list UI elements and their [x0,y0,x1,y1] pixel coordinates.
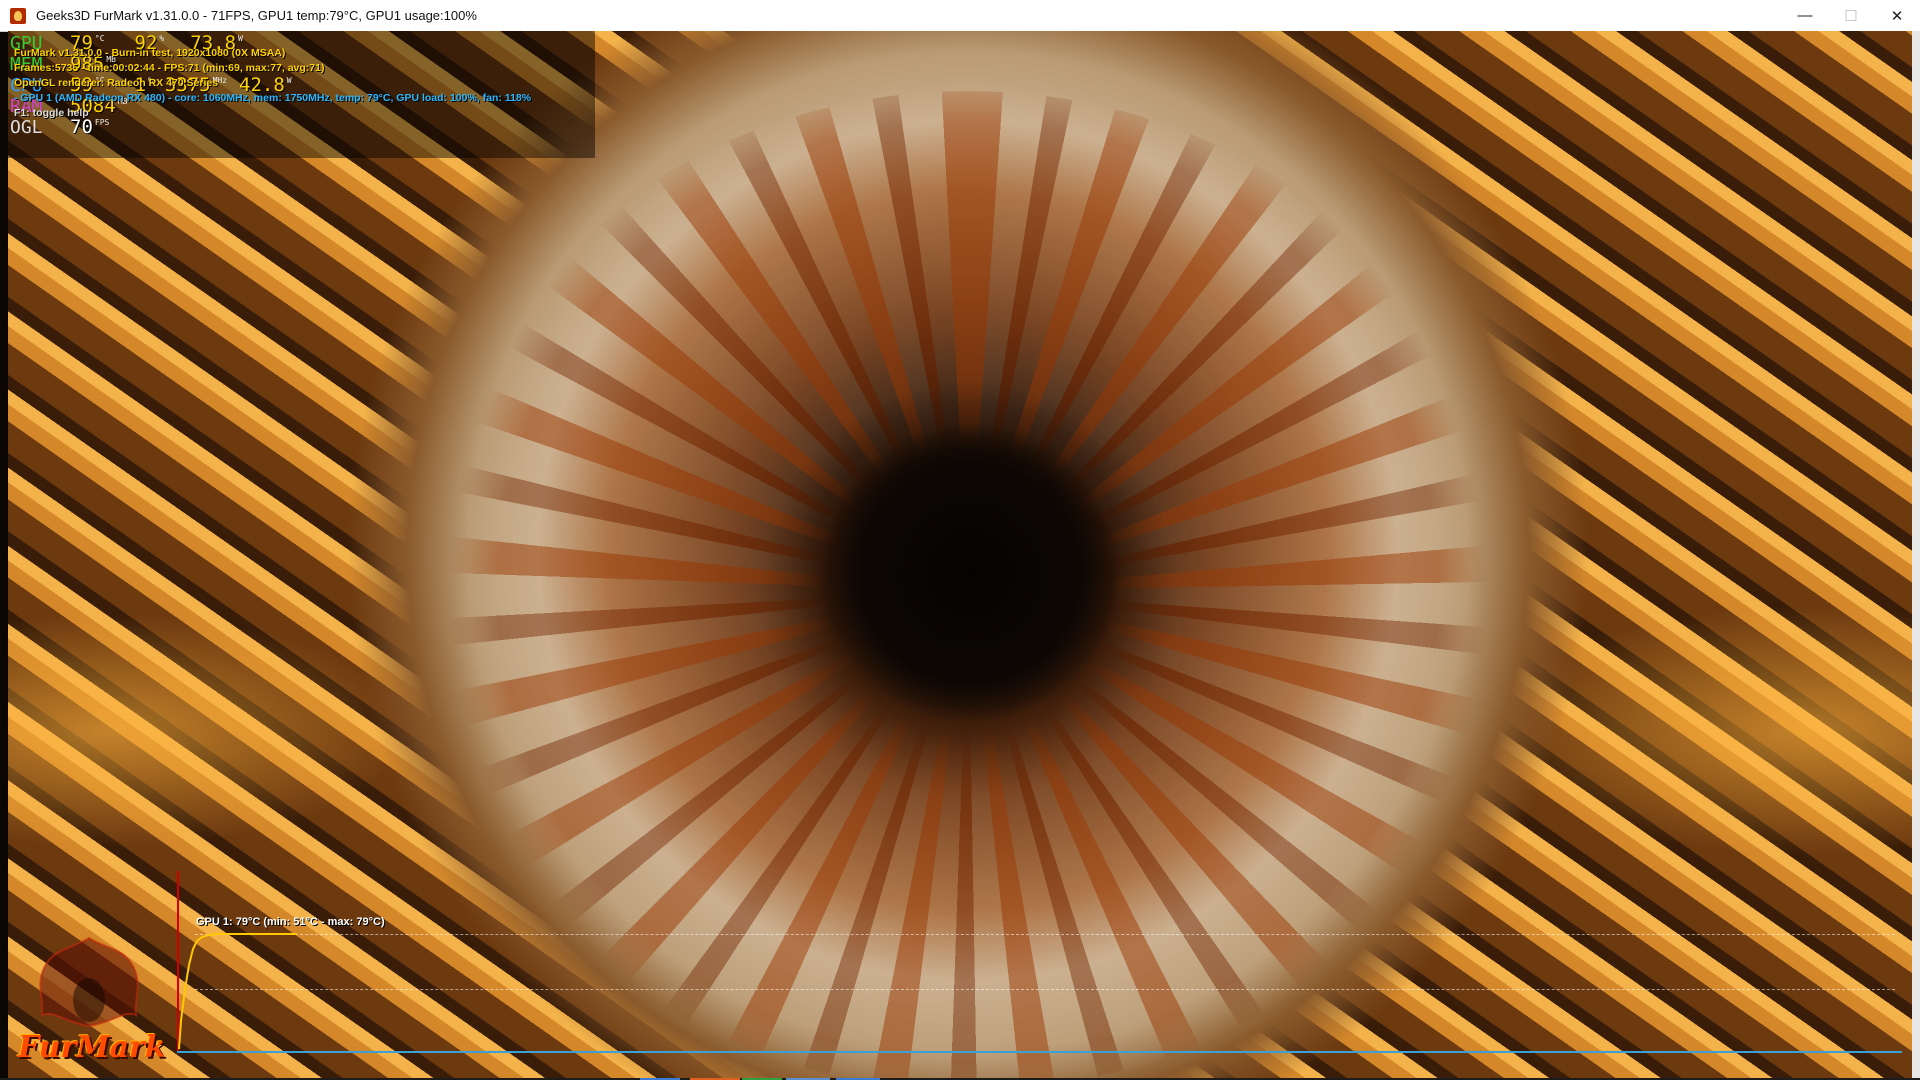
furmark-logo-text: FurMark [18,1030,166,1065]
info-line-renderer: OpenGL renderer: Radeon RX 470 Series [14,77,219,89]
window-right-border [1912,31,1920,1078]
gpu-temp-graph: GPU 1: 79°C (min: 51°C - max: 79°C) [177,871,1902,1053]
info-line-help: F1: toggle help [14,107,89,119]
furmark-app-icon [10,8,26,24]
maximize-button[interactable]: ☐ [1828,0,1874,31]
osd-unit: W [238,34,243,43]
info-line-gpu-status: - GPU 1 (AMD Radeon RX 480) - core: 1060… [14,92,532,104]
close-button[interactable]: ✕ [1874,0,1920,31]
osd-unit: % [159,34,165,43]
window-titlebar[interactable]: Geeks3D FurMark v1.31.0.0 - 71FPS, GPU1 … [0,0,1920,32]
osd-unit: FPS [94,118,110,127]
osd-label: OGL [10,117,43,138]
osd-row-ogl: OGL 70 FPS [10,116,121,138]
osd-unit: °C [94,34,105,43]
info-line-frames: Frames:5735 - time:00:02:44 - FPS:71 (mi… [14,62,325,74]
osd-unit: W [286,76,292,85]
osd-value: 70 [70,116,93,138]
temp-curve [178,933,297,1050]
temp-curve-svg [178,933,297,1050]
minimize-button[interactable]: — [1782,0,1828,31]
window-title: Geeks3D FurMark v1.31.0.0 - 71FPS, GPU1 … [36,8,477,23]
info-line-version: FurMark v1.31.0.0 - Burn-in test, 1920x1… [14,47,286,59]
pupil-render [820,423,1120,723]
